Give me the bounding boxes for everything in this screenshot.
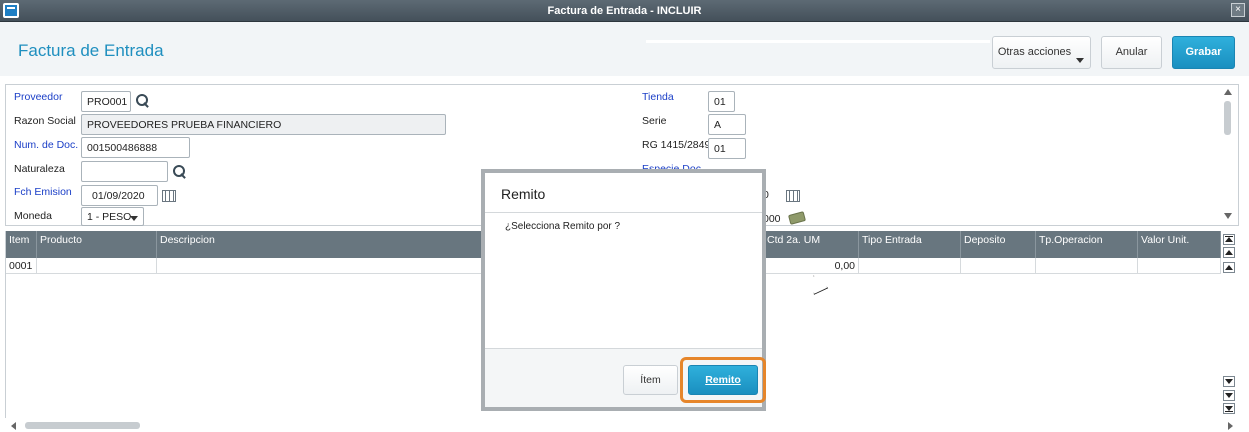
moneda-label: Moneda xyxy=(14,210,52,222)
column-header-ctd-2a-um[interactable]: Ctd 2a. UM xyxy=(764,231,859,258)
cell-tipo-entrada[interactable] xyxy=(859,258,961,274)
horizontal-scrollbar[interactable] xyxy=(5,420,1239,431)
page-title: Factura de Entrada xyxy=(18,41,164,60)
otras-acciones-button[interactable]: Otras acciones xyxy=(992,36,1091,69)
proveedor-field[interactable]: PRO001 xyxy=(81,91,131,112)
scroll-left-icon[interactable] xyxy=(11,422,16,430)
column-header-tipo-entrada[interactable]: Tipo Entrada xyxy=(859,231,961,258)
otras-acciones-label: Otras acciones xyxy=(997,46,1072,58)
remito-dialog: Remito ¿Selecciona Remito por ? Ítem Rem… xyxy=(481,169,766,411)
moneda-select[interactable]: 1 - PESO xyxy=(81,207,144,226)
proveedor-label: Proveedor xyxy=(14,91,63,103)
money-icon[interactable] xyxy=(787,211,807,225)
serie-field[interactable]: A xyxy=(708,114,746,135)
serie-label: Serie xyxy=(642,115,667,127)
column-header-producto[interactable]: Producto xyxy=(37,231,157,258)
dialog-title: Remito xyxy=(485,173,762,213)
num-doc-label: Num. de Doc. xyxy=(14,139,79,151)
header-divider xyxy=(646,40,990,43)
window-title: Factura de Entrada - INCLUIR xyxy=(547,5,702,17)
dialog-footer: Ítem Remito xyxy=(485,348,766,407)
column-header-deposito[interactable]: Deposito xyxy=(961,231,1036,258)
rg-label: RG 1415/2849 xyxy=(642,139,711,151)
num-doc-field[interactable]: 001500486888 xyxy=(81,137,190,158)
search-icon[interactable] xyxy=(173,165,187,179)
item-button[interactable]: Ítem xyxy=(623,365,678,395)
scroll-up-icon[interactable] xyxy=(1224,89,1232,95)
hscroll-thumb[interactable] xyxy=(25,422,140,429)
column-header-tp-operacion[interactable]: Tp.Operacion xyxy=(1036,231,1138,258)
scroll-right-icon[interactable] xyxy=(1228,422,1233,430)
chevron-down-icon xyxy=(1076,58,1084,63)
cell-deposito[interactable] xyxy=(961,258,1036,274)
cell-tp-operacion[interactable] xyxy=(1036,258,1138,274)
tienda-label: Tienda xyxy=(642,91,674,103)
column-header-item[interactable]: Item xyxy=(6,231,37,258)
calendar-icon[interactable] xyxy=(786,190,800,202)
column-header-valor-unit[interactable]: Valor Unit. xyxy=(1138,231,1221,258)
rg-field[interactable]: 01 xyxy=(708,138,746,159)
row-down-icon[interactable] xyxy=(1223,376,1235,387)
cell-item[interactable]: 0001 xyxy=(6,258,37,274)
scroll-thumb[interactable] xyxy=(1224,101,1231,135)
remito-button[interactable]: Remito xyxy=(688,365,758,395)
page-header: Factura de Entrada Otras acciones Anular… xyxy=(0,22,1249,76)
dialog-message: ¿Selecciona Remito por ? xyxy=(505,221,621,232)
row-up-icon[interactable] xyxy=(1223,262,1235,273)
window-titlebar: Factura de Entrada - INCLUIR × xyxy=(0,0,1249,22)
cell-ctd-2a-um[interactable]: 0,00 xyxy=(764,258,859,274)
naturaleza-field[interactable] xyxy=(81,161,168,182)
form-scrollbar[interactable] xyxy=(1222,85,1234,225)
fch-emision-label: Fch Emision xyxy=(14,186,72,198)
first-row-icon[interactable] xyxy=(1223,234,1235,245)
focus-highlight: Remito xyxy=(680,357,766,403)
search-icon[interactable] xyxy=(136,94,150,108)
scroll-down-icon[interactable] xyxy=(1224,213,1232,219)
page-up-icon[interactable] xyxy=(1223,247,1235,258)
calendar-icon[interactable] xyxy=(162,190,176,202)
tienda-field[interactable]: 01 xyxy=(708,91,735,112)
last-row-icon[interactable] xyxy=(1223,403,1235,414)
page-down-icon[interactable] xyxy=(1223,390,1235,401)
razon-social-field[interactable]: PROVEEDORES PRUEBA FINANCIERO xyxy=(81,114,446,135)
cell-valor-unit[interactable] xyxy=(1138,258,1221,274)
naturaleza-label: Naturaleza xyxy=(14,163,65,175)
cell-producto[interactable] xyxy=(37,258,157,274)
razon-social-label: Razon Social xyxy=(14,115,76,127)
anular-button[interactable]: Anular xyxy=(1101,36,1162,69)
fch-emision-field[interactable]: 01/09/2020 xyxy=(81,185,158,206)
grabar-button[interactable]: Grabar xyxy=(1172,36,1235,69)
window-close-button[interactable]: × xyxy=(1231,3,1245,17)
